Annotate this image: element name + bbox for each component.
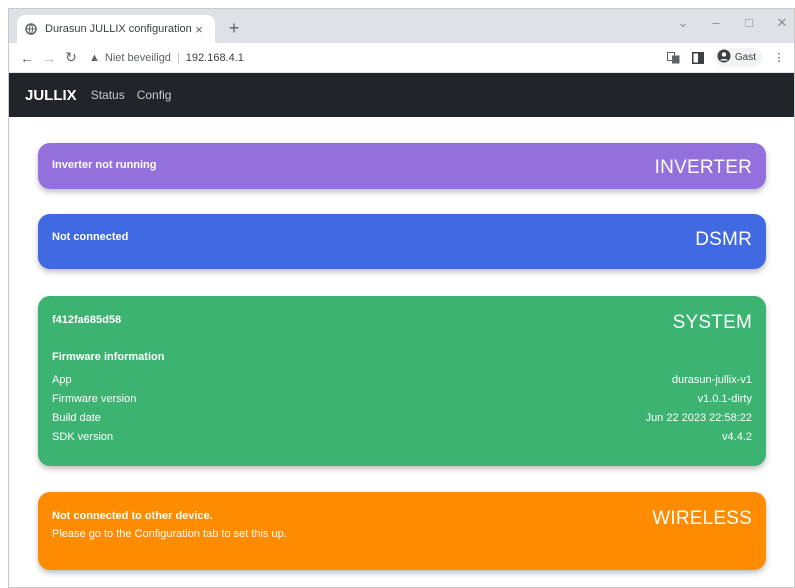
- system-card: f412fa685d58 SYSTEM Firmware information…: [38, 296, 766, 466]
- forward-icon[interactable]: →: [39, 50, 59, 66]
- browser-toolbar: ← → ↻ ▲ Niet beveiligd | 192.168.4.1 Gas…: [9, 43, 794, 73]
- browser-tab[interactable]: Durasun JULLIX configuration ×: [17, 15, 215, 43]
- url-text: 192.168.4.1: [185, 51, 244, 64]
- new-tab-button[interactable]: +: [223, 18, 245, 39]
- window-close-button[interactable]: ✕: [772, 15, 792, 31]
- brand-logo[interactable]: JULLIX: [25, 87, 77, 104]
- tab-search-icon[interactable]: ⌄: [673, 15, 693, 31]
- profile-button[interactable]: Gast: [714, 48, 762, 67]
- firmware-row-label: Build date: [52, 412, 101, 424]
- address-bar[interactable]: ▲ Niet beveiligd | 192.168.4.1: [89, 46, 667, 70]
- dsmr-status: Not connected: [52, 231, 129, 243]
- firmware-row-value: v4.4.2: [722, 431, 752, 443]
- dsmr-title: DSMR: [695, 229, 752, 250]
- inverter-card: Inverter not running INVERTER: [38, 143, 766, 189]
- inverter-status: Inverter not running: [52, 159, 157, 171]
- firmware-row: App durasun-jullix-v1: [52, 374, 752, 386]
- globe-icon: [25, 23, 37, 35]
- menu-icon[interactable]: ⋮: [772, 51, 786, 65]
- wireless-hint: Please go to the Configuration tab to se…: [52, 528, 287, 540]
- firmware-row-label: Firmware version: [52, 393, 137, 405]
- firmware-row: SDK version v4.4.2: [52, 431, 752, 443]
- nav-config-link[interactable]: Config: [137, 88, 172, 102]
- inverter-title: INVERTER: [654, 157, 752, 178]
- reload-icon[interactable]: ↻: [61, 49, 81, 66]
- dsmr-card: Not connected DSMR: [38, 214, 766, 269]
- minimize-button[interactable]: –: [706, 15, 726, 30]
- profile-label: Gast: [734, 52, 756, 63]
- firmware-row: Build date Jun 22 2023 22:58:22: [52, 412, 752, 424]
- sidepanel-icon[interactable]: [691, 51, 705, 65]
- translate-icon[interactable]: [667, 51, 681, 65]
- firmware-row-value: v1.0.1-dirty: [697, 393, 752, 405]
- warning-icon[interactable]: ▲: [89, 52, 100, 64]
- back-icon[interactable]: ←: [17, 50, 37, 66]
- wireless-status: Not connected to other device.: [52, 510, 213, 522]
- tab-strip: Durasun JULLIX configuration × + ⌄ – □ ✕: [9, 9, 794, 43]
- tab-title: Durasun JULLIX configuration: [45, 23, 191, 35]
- tab-close-icon[interactable]: ×: [191, 22, 207, 37]
- browser-window: Durasun JULLIX configuration × + ⌄ – □ ✕…: [8, 8, 795, 588]
- firmware-heading: Firmware information: [52, 351, 165, 363]
- firmware-info: Firmware information App durasun-jullix-…: [52, 351, 752, 443]
- maximize-button[interactable]: □: [739, 15, 759, 30]
- firmware-row-label: App: [52, 374, 72, 386]
- wireless-title: WIRELESS: [652, 508, 752, 529]
- firmware-row-label: SDK version: [52, 431, 114, 443]
- nav-status-link[interactable]: Status: [91, 88, 125, 102]
- separator: |: [176, 51, 180, 64]
- firmware-row-value: durasun-jullix-v1: [671, 374, 752, 386]
- firmware-row: Firmware version v1.0.1-dirty: [52, 393, 752, 405]
- system-device-id: f412fa685d58: [52, 314, 122, 326]
- wireless-card: Not connected to other device. Please go…: [38, 492, 766, 570]
- system-title: SYSTEM: [672, 312, 752, 333]
- security-label: Niet beveiligd: [104, 51, 171, 64]
- toolbar-actions: Gast ⋮: [667, 48, 786, 67]
- app-navbar: JULLIX Status Config: [9, 73, 794, 117]
- avatar-icon: [717, 49, 731, 66]
- firmware-row-value: Jun 22 2023 22:58:22: [645, 412, 752, 424]
